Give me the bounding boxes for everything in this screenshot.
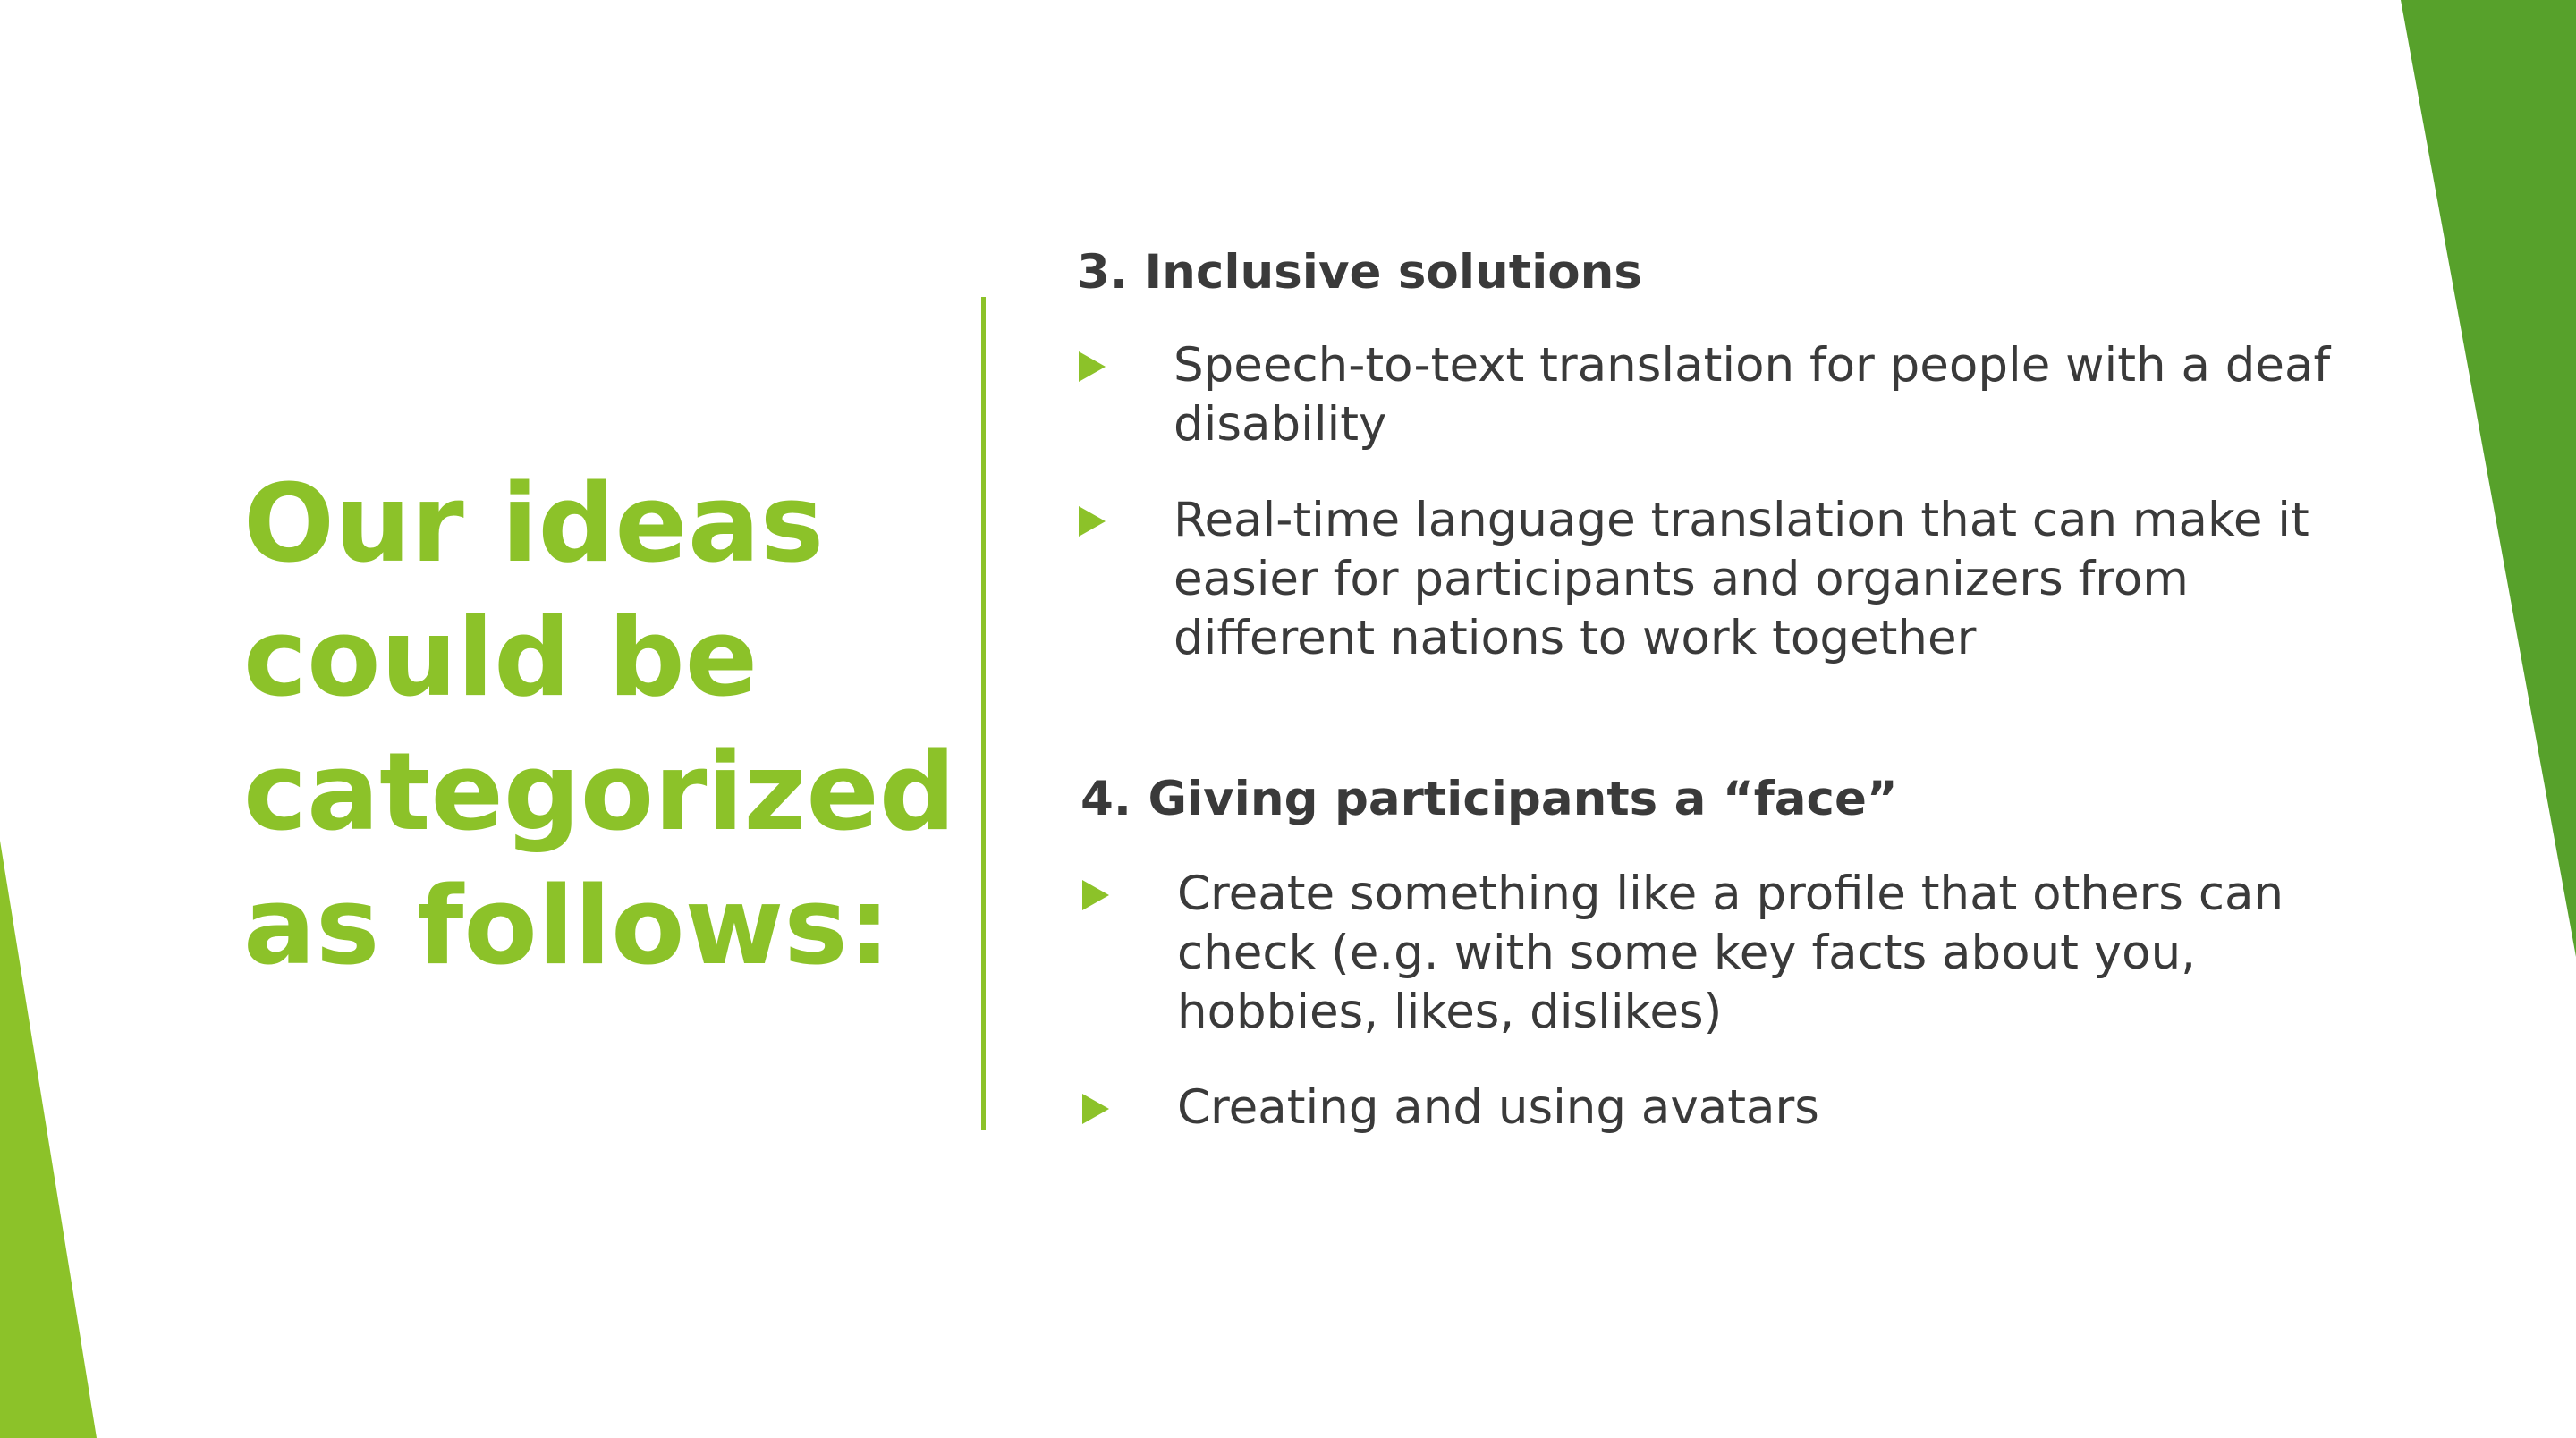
- section-heading: 4. Giving participants a “face”: [1080, 772, 1898, 826]
- bullet-text: Creating and using avatars: [1177, 1080, 1819, 1135]
- bullet-text: Speech-to-text translation for people wi…: [1174, 338, 2331, 452]
- section-heading: 3. Inclusive solutions: [1077, 245, 1642, 300]
- corner-decoration-left: [0, 841, 97, 1438]
- triangle-bullet-icon: [1082, 1094, 1109, 1124]
- bullet-list: Create something like a profile that oth…: [1080, 865, 2401, 1138]
- section-giving-participants-a-face: 4. Giving participants a “face” Create s…: [1080, 768, 2401, 1138]
- triangle-bullet-icon: [1082, 880, 1109, 910]
- corner-decoration-right: [2401, 0, 2576, 957]
- triangle-bullet-icon: [1079, 351, 1106, 382]
- bullet-item: Creating and using avatars: [1080, 1078, 2401, 1138]
- triangle-bullet-icon: [1079, 506, 1106, 537]
- content-area: 3. Inclusive solutions Speech-to-text tr…: [1077, 241, 2401, 1138]
- bullet-text: Real-time language translation that can …: [1174, 493, 2309, 665]
- slide-title: Our ideas could be categorized as follow…: [243, 462, 956, 989]
- bullet-item: Real-time language translation that can …: [1077, 491, 2401, 668]
- bullet-item: Speech-to-text translation for people wi…: [1077, 336, 2401, 454]
- vertical-divider: [981, 297, 986, 1130]
- bullet-item: Create something like a profile that oth…: [1080, 865, 2401, 1042]
- bullet-list: Speech-to-text translation for people wi…: [1077, 336, 2401, 668]
- section-inclusive-solutions: 3. Inclusive solutions Speech-to-text tr…: [1077, 241, 2401, 668]
- bullet-text: Create something like a profile that oth…: [1177, 867, 2284, 1039]
- slide: Our ideas could be categorized as follow…: [0, 0, 2576, 1438]
